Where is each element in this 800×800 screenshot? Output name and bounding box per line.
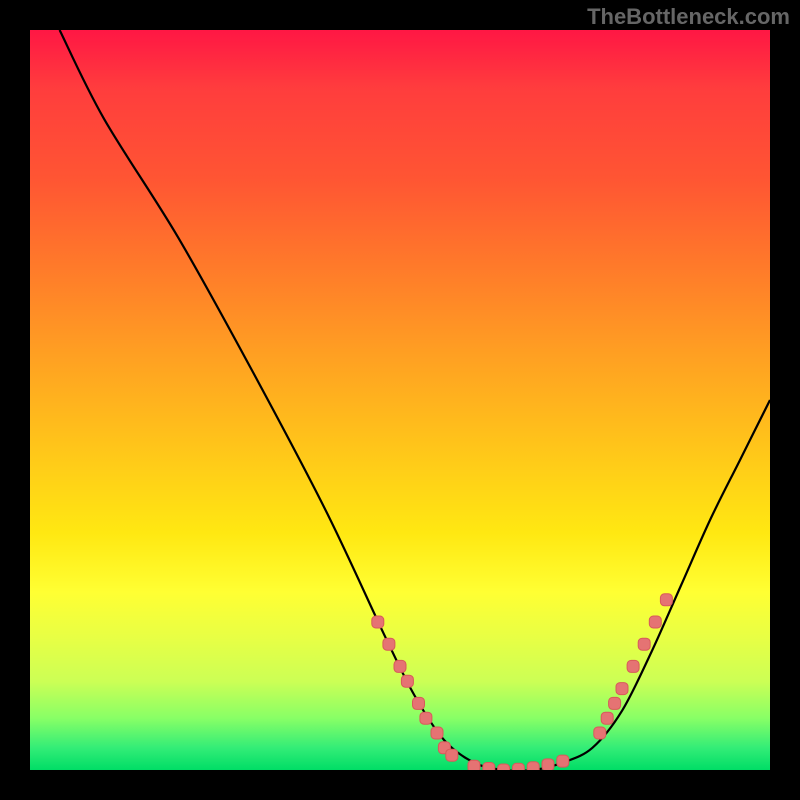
data-marker [616,683,628,695]
data-marker [431,727,443,739]
data-marker [498,764,510,770]
data-marker [649,616,661,628]
data-marker [660,594,672,606]
data-marker [601,712,613,724]
data-marker [512,763,524,770]
data-marker [413,697,425,709]
data-marker [557,755,569,767]
data-marker [638,638,650,650]
data-markers [372,594,673,770]
data-marker [542,759,554,770]
data-marker [383,638,395,650]
data-marker [627,660,639,672]
data-marker [420,712,432,724]
watermark-text: TheBottleneck.com [587,4,790,30]
data-marker [609,697,621,709]
data-marker [372,616,384,628]
chart-svg [30,30,770,770]
data-marker [446,749,458,761]
data-marker [468,760,480,770]
plot-area [30,30,770,770]
data-marker [527,762,539,770]
data-marker [394,660,406,672]
data-marker [594,727,606,739]
data-marker [401,675,413,687]
curve-line [60,30,770,770]
data-marker [483,763,495,770]
